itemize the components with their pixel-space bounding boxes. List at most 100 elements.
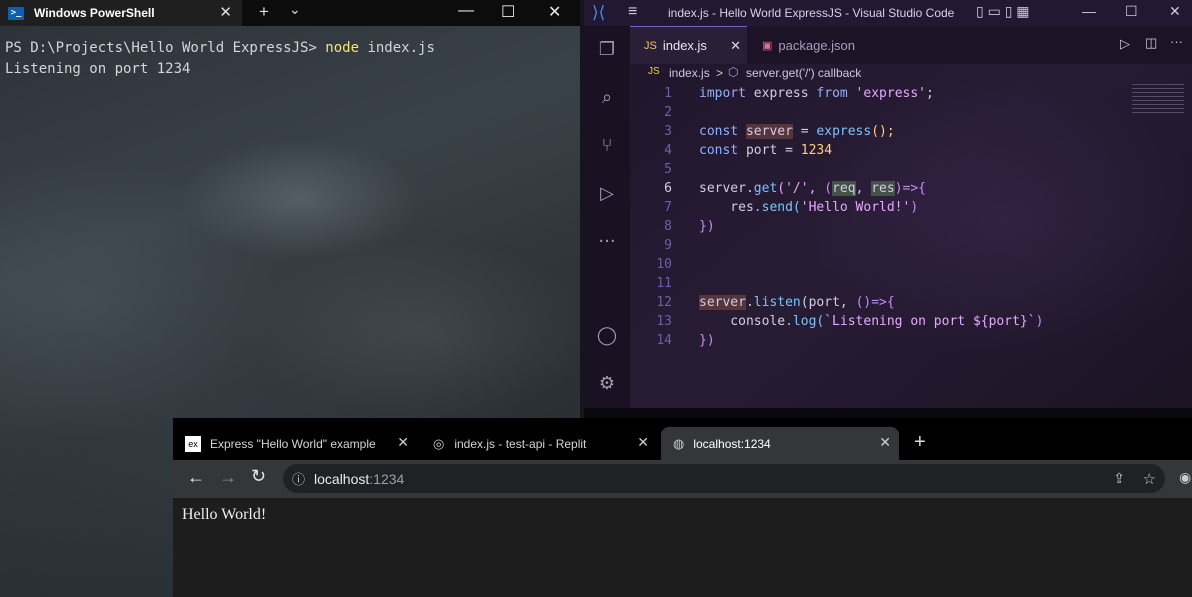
tab-package-json[interactable]: ▣ package.json	[748, 26, 878, 64]
token: )	[1035, 314, 1044, 329]
json-file-icon: ▣	[762, 39, 773, 52]
settings-gear-icon[interactable]: ⚙	[595, 372, 619, 396]
token: server	[745, 124, 793, 139]
run-debug-icon[interactable]: ▷	[595, 182, 619, 206]
code-line-13: console.log(`Listening on port ${port}`)	[699, 314, 1043, 329]
line-number: 1	[664, 86, 672, 101]
address-bar[interactable]: ⓘ localhost:1234 ⇪ ☆	[283, 464, 1165, 493]
maximize-button[interactable]: ☐	[1125, 3, 1138, 20]
url-host: localhost	[314, 470, 370, 487]
line-number: 12	[656, 295, 672, 310]
browser-tab-localhost[interactable]: ◍ localhost:1234 ✕	[661, 427, 899, 460]
globe-favicon-icon: ◍	[673, 435, 685, 451]
minimize-button[interactable]: —	[458, 2, 474, 20]
extension-icon[interactable]: ◉	[1179, 469, 1191, 486]
line-number: 13	[656, 314, 672, 329]
line-number: 7	[664, 200, 672, 215]
terminal-output[interactable]: PS D:\Projects\Hello World ExpressJS> no…	[5, 38, 435, 80]
browser-window: ex Express "Hello World" example ✕ ◎ ind…	[173, 418, 1192, 597]
search-icon[interactable]: ⌕	[595, 86, 619, 110]
new-tab-button[interactable]: +	[914, 431, 926, 454]
breadcrumb-separator: >	[716, 66, 724, 80]
token: ,	[855, 181, 872, 196]
account-icon[interactable]: ◯	[595, 324, 619, 348]
token: 'express'	[847, 86, 927, 101]
token: express	[816, 124, 872, 139]
more-icon[interactable]: ···	[595, 230, 619, 254]
token: `Listening on port ${port}`	[824, 314, 1036, 329]
share-icon[interactable]: ⇪	[1113, 470, 1125, 487]
code-line-1: import express from 'express';	[699, 86, 934, 101]
forward-arrow-icon[interactable]: →	[219, 467, 237, 488]
tab-label: index.js - test-api - Replit	[454, 436, 587, 451]
maximize-button[interactable]: ☐	[501, 2, 515, 22]
code-line-3: const server = express();	[699, 124, 895, 139]
split-editor-icon[interactable]: ◫	[1145, 35, 1157, 51]
breadcrumb-file[interactable]: index.js	[669, 66, 710, 80]
token: console	[699, 314, 786, 329]
close-tab-icon[interactable]: ✕	[219, 3, 232, 21]
token: ('/',	[777, 181, 825, 196]
token: ();	[871, 124, 895, 139]
token: listen	[753, 295, 801, 310]
powershell-icon: >_	[8, 6, 24, 20]
bookmark-star-icon[interactable]: ☆	[1143, 470, 1156, 488]
browser-tab-strip: ex Express "Hello World" example ✕ ◎ ind…	[173, 418, 1192, 460]
editor-tabs: JS index.js ✕ ▣ package.json ▷ ◫ ···	[630, 26, 1192, 64]
close-tab-icon[interactable]: ✕	[730, 38, 741, 54]
page-text: Hello World!	[182, 506, 267, 523]
tab-index-js[interactable]: JS index.js ✕	[630, 26, 747, 64]
layout-controls-icon[interactable]: ▯ ▭ ▯ ▦	[976, 3, 1030, 20]
more-actions-icon[interactable]: ···	[1170, 34, 1183, 49]
back-arrow-icon[interactable]: ←	[187, 467, 205, 488]
close-tab-icon[interactable]: ✕	[879, 434, 891, 451]
token: (	[824, 181, 833, 196]
reload-icon[interactable]: ↻	[251, 466, 266, 487]
symbol-icon: ⬡	[728, 65, 739, 79]
close-tab-icon[interactable]: ✕	[397, 434, 409, 451]
code-line-12: server.listen(port, ()=>{	[699, 295, 895, 310]
line-number: 8	[664, 219, 672, 234]
token: from	[816, 86, 848, 101]
minimap[interactable]	[1132, 84, 1184, 114]
code-editor[interactable]: 1 2 3 4 5 6 7 8 9 10 11 12 13 14 import …	[630, 84, 1190, 404]
token: port =	[745, 143, 801, 158]
page-content	[173, 498, 1192, 597]
breadcrumb-symbol[interactable]: server.get('/') callback	[746, 66, 861, 80]
token: .send(	[753, 200, 801, 215]
code-line-14: })	[699, 333, 715, 348]
tab-dropdown-icon[interactable]: ⌄	[289, 1, 301, 18]
info-icon[interactable]: ⓘ	[292, 469, 305, 488]
run-icon[interactable]: ▷	[1120, 36, 1130, 52]
token: )=>{	[894, 181, 927, 196]
powershell-tab[interactable]: >_ Windows PowerShell ✕	[0, 0, 242, 26]
close-window-button[interactable]: ✕	[1169, 3, 1181, 20]
token: get	[753, 181, 778, 196]
close-window-button[interactable]: ✕	[548, 2, 561, 22]
close-tab-icon[interactable]: ✕	[637, 434, 649, 451]
token: express	[745, 86, 817, 101]
minimize-button[interactable]: —	[1082, 3, 1096, 19]
source-control-icon[interactable]: ⑂	[595, 134, 619, 158]
tab-label: index.js	[662, 38, 707, 53]
line-number: 9	[664, 238, 672, 253]
menu-icon[interactable]: ≡	[628, 3, 637, 21]
line-number: 4	[664, 143, 672, 158]
browser-tab-replit[interactable]: ◎ index.js - test-api - Replit ✕	[425, 427, 657, 460]
code-line-7: res.send('Hello World!')	[699, 200, 918, 215]
browser-tab-express[interactable]: ex Express "Hello World" example ✕	[185, 427, 417, 460]
token: const	[699, 143, 746, 158]
new-tab-button[interactable]: +	[259, 2, 269, 22]
token: )	[910, 200, 919, 215]
js-file-icon: JS	[644, 39, 657, 52]
activity-bar: ❐ ⌕ ⑂ ▷ ··· ◯ ⚙	[584, 26, 630, 412]
line-number: 2	[664, 105, 672, 120]
terminal-args: index.js	[359, 40, 435, 56]
explorer-icon[interactable]: ❐	[595, 38, 619, 62]
token: =	[792, 124, 817, 139]
token: res	[871, 181, 895, 196]
express-favicon-icon: ex	[185, 435, 201, 452]
token: 'Hello World!'	[800, 200, 911, 215]
token: const	[699, 124, 746, 139]
browser-toolbar: ← → ↻ ⓘ localhost:1234 ⇪ ☆ ◉	[173, 460, 1192, 498]
